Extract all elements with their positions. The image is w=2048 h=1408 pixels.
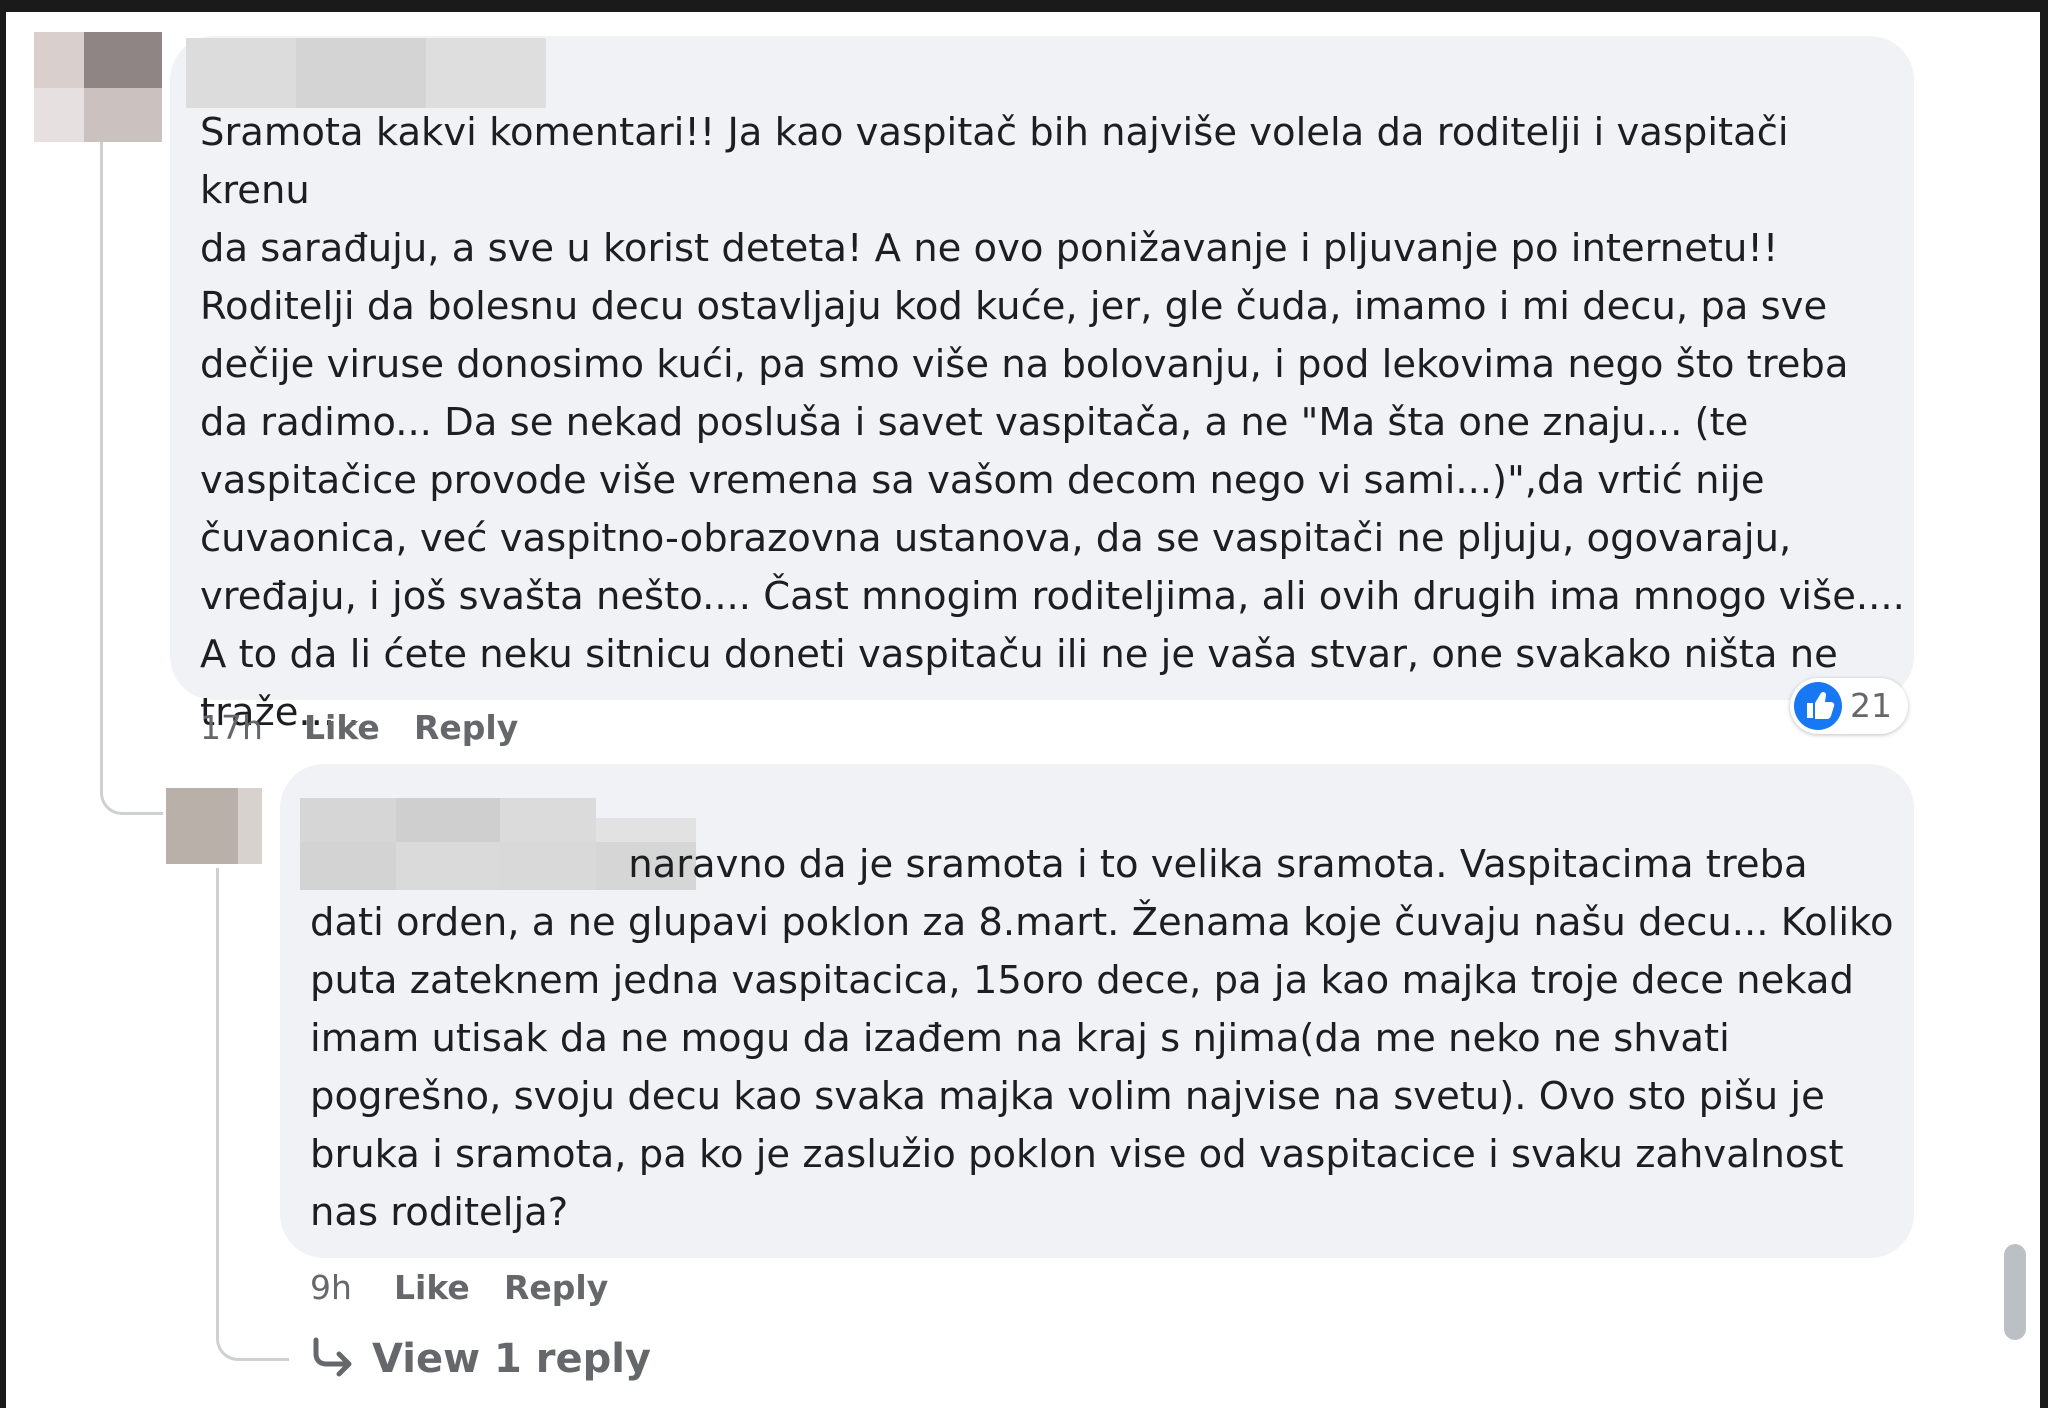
reply-actions: 9h Like Reply — [310, 1268, 710, 1312]
view-replies-link[interactable]: View 1 reply — [310, 1332, 651, 1388]
reply-text: naravno da je sramota i to velika sramot… — [310, 842, 1894, 1235]
window-frame-left — [0, 0, 6, 1408]
view-replies-label: View 1 reply — [372, 1336, 652, 1382]
thread-line-main — [100, 136, 163, 815]
comment-text: Sramota kakvi komentari!! Ja kao vaspita… — [200, 110, 1905, 735]
window-frame-top — [0, 0, 2048, 12]
scrollbar-thumb[interactable] — [2004, 1244, 2026, 1340]
reply-timestamp[interactable]: 9h — [310, 1268, 352, 1307]
window-frame-right — [2040, 0, 2048, 1408]
author-name-redacted[interactable] — [186, 38, 546, 108]
reaction-count: 21 — [1850, 686, 1892, 725]
like-button[interactable]: Like — [394, 1268, 470, 1307]
thread-line-reply — [216, 868, 289, 1361]
reply-button[interactable]: Reply — [414, 708, 518, 747]
like-button[interactable]: Like — [304, 708, 380, 747]
reaction-summary[interactable]: 21 — [1790, 678, 1908, 734]
avatar[interactable] — [34, 32, 162, 142]
thumbs-up-icon — [1794, 682, 1842, 730]
comment-timestamp[interactable]: 17h — [200, 708, 263, 747]
comment-actions: 17h Like Reply — [200, 708, 600, 752]
reply-arrow-icon — [310, 1336, 356, 1382]
reply-button[interactable]: Reply — [504, 1268, 608, 1307]
avatar[interactable] — [166, 788, 262, 864]
